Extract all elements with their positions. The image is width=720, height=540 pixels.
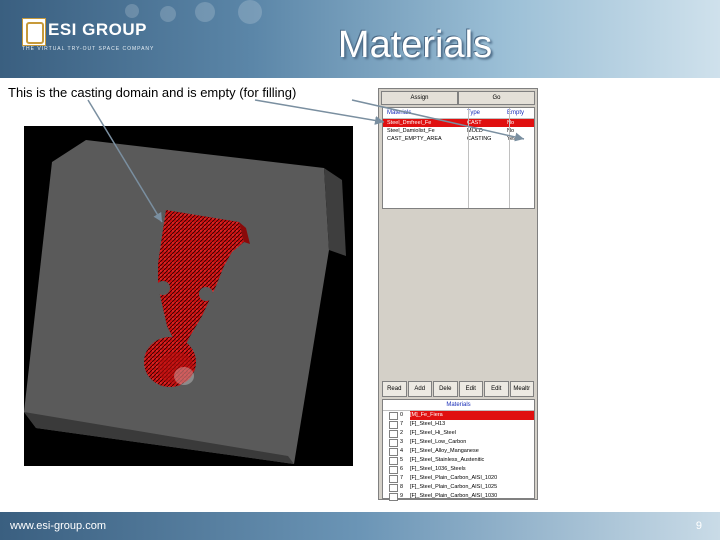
checkbox[interactable] bbox=[389, 420, 398, 429]
tab-assign[interactable]: Assign bbox=[381, 91, 458, 105]
casting-hole-1 bbox=[156, 281, 170, 295]
column-header-type: Type bbox=[467, 110, 481, 116]
caption-text: This is the casting domain and is empty … bbox=[8, 85, 297, 100]
list-item[interactable]: 9 [F]_Steel_Plain_Carbon_AISI_1030 bbox=[383, 492, 534, 501]
footer-bar: www.esi-group.com 9 bbox=[0, 512, 720, 540]
checkbox[interactable] bbox=[389, 492, 398, 501]
checkbox[interactable] bbox=[389, 429, 398, 438]
list-item[interactable]: 6 [F]_Steel_1036_Steels bbox=[383, 465, 534, 474]
checkbox[interactable] bbox=[389, 474, 398, 483]
add-button[interactable]: Add bbox=[407, 381, 432, 397]
header-banner: ESI GROUP THE VIRTUAL TRY-OUT SPACE COMP… bbox=[0, 0, 720, 78]
list-item[interactable]: 0 [M]_Fe_Fiera bbox=[383, 411, 534, 420]
material-action-buttons: Read Add Dele Edit Edit Mealtr bbox=[382, 381, 534, 397]
arrow-to-material bbox=[254, 99, 385, 125]
table-row[interactable]: Steel_Damiolist_Fe MOLD No bbox=[383, 127, 534, 135]
casting-3d-viewport[interactable] bbox=[24, 126, 353, 466]
list-item[interactable]: 4 [F]_Steel_Alloy_Manganese bbox=[383, 447, 534, 456]
assigned-materials-table: Materials Type Empty Steel_Dmfreel_Fe CA… bbox=[382, 107, 535, 209]
edit-button[interactable]: Edit bbox=[458, 381, 483, 397]
esi-logo-icon bbox=[22, 18, 46, 46]
table-row[interactable]: Steel_Dmfreel_Fe CAST No bbox=[383, 119, 534, 127]
footer-url[interactable]: www.esi-group.com bbox=[10, 520, 106, 532]
logo-tagline: THE VIRTUAL TRY-OUT SPACE COMPANY bbox=[22, 46, 155, 52]
logo-text: ESI GROUP bbox=[48, 20, 147, 39]
library-header: Materials bbox=[383, 400, 534, 411]
checkbox[interactable] bbox=[389, 456, 398, 465]
edit-button-2[interactable]: Edit bbox=[484, 381, 509, 397]
material-library-list: Materials 0 [M]_Fe_Fiera 7 [F]_Steel_H13… bbox=[382, 399, 535, 501]
list-item[interactable]: 3 [F]_Steel_Low_Carbon bbox=[383, 438, 534, 447]
tab-go[interactable]: Go bbox=[458, 91, 535, 105]
column-header-materials: Materials bbox=[387, 110, 412, 116]
checkbox[interactable] bbox=[389, 447, 398, 456]
casting-hole-2 bbox=[199, 287, 213, 301]
read-button[interactable]: Read bbox=[382, 381, 407, 397]
table-row[interactable]: CAST_EMPTY_AREA CASTING Yes bbox=[383, 135, 534, 143]
list-item[interactable]: 5 [F]_Steel_Stainless_Austenitic bbox=[383, 456, 534, 465]
table-header: Materials Type Empty bbox=[383, 108, 534, 119]
list-item[interactable]: 8 [F]_Steel_Plain_Carbon_AISI_1025 bbox=[383, 483, 534, 492]
mealtr-button[interactable]: Mealtr bbox=[509, 381, 534, 397]
materials-panel: Assign Go Materials Type Empty Steel_Dmf… bbox=[378, 88, 538, 501]
panel-tabs: Assign Go bbox=[381, 91, 535, 105]
list-item[interactable]: 2 [F]_Steel_Hi_Steel bbox=[383, 429, 534, 438]
list-item[interactable]: 7 [F]_Steel_H13 bbox=[383, 420, 534, 429]
checkbox[interactable] bbox=[389, 483, 398, 492]
page-number: 9 bbox=[695, 520, 702, 532]
checkbox[interactable] bbox=[389, 411, 398, 420]
list-item[interactable]: 7 [F]_Steel_Plain_Carbon_AISI_1020 bbox=[383, 474, 534, 483]
page-title: Materials bbox=[337, 24, 493, 66]
column-header-empty: Empty bbox=[507, 110, 525, 116]
delete-button[interactable]: Dele bbox=[433, 381, 458, 397]
checkbox[interactable] bbox=[389, 438, 398, 447]
checkbox[interactable] bbox=[389, 465, 398, 474]
